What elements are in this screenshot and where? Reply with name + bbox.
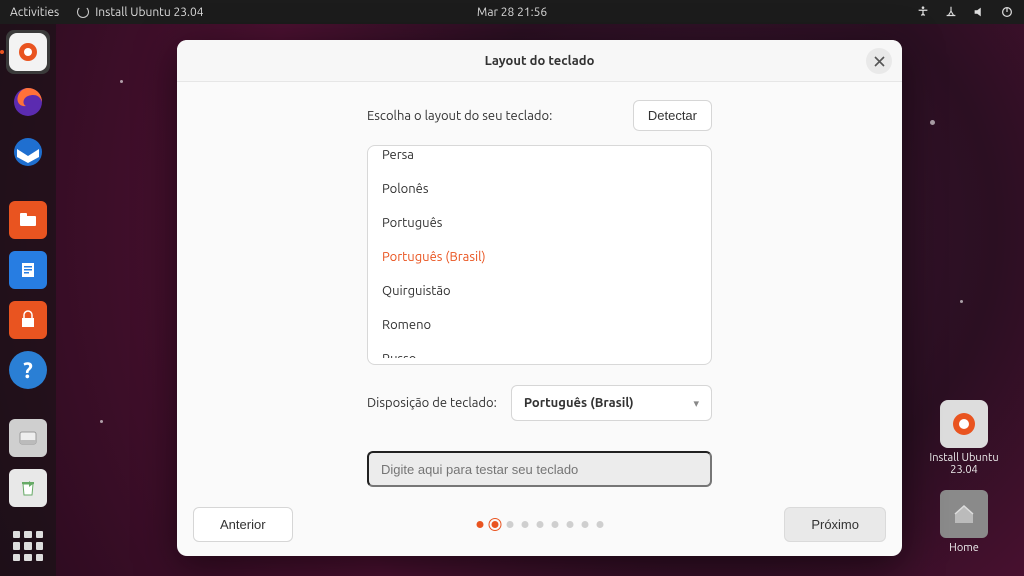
back-button[interactable]: Anterior xyxy=(193,507,293,542)
top-bar: Activities Install Ubuntu 23.04 Mar 28 2… xyxy=(0,0,1024,24)
step-dot-current xyxy=(491,521,498,528)
step-dot xyxy=(536,521,543,528)
activities-button[interactable]: Activities xyxy=(10,6,59,19)
installer-window: Layout do teclado Escolha o layout do se… xyxy=(177,40,902,556)
variant-label: Disposição de teclado: xyxy=(367,396,497,410)
layout-listbox[interactable]: Persa Polonês Português Português (Brasi… xyxy=(367,145,712,365)
dock-thunderbird[interactable] xyxy=(6,130,50,174)
dock: ? xyxy=(0,24,56,576)
desktop-install-icon[interactable]: Install Ubuntu 23.04 xyxy=(924,400,1004,476)
dock-files[interactable] xyxy=(6,198,50,242)
power-icon[interactable] xyxy=(1000,5,1014,19)
window-title: Layout do teclado xyxy=(485,54,595,68)
step-dot xyxy=(521,521,528,528)
detect-button[interactable]: Detectar xyxy=(633,100,712,131)
dock-trash[interactable] xyxy=(6,466,50,510)
dock-firefox[interactable] xyxy=(6,80,50,124)
next-button[interactable]: Próximo xyxy=(784,507,886,542)
window-body: Escolha o layout do seu teclado: Detecta… xyxy=(177,82,902,492)
window-header: Layout do teclado xyxy=(177,40,902,82)
step-dots xyxy=(476,521,603,528)
dock-software[interactable] xyxy=(6,298,50,342)
volume-icon[interactable] xyxy=(972,5,986,19)
dock-installer[interactable] xyxy=(6,30,50,74)
desktop-home-icon[interactable]: Home xyxy=(924,490,1004,554)
step-dot xyxy=(566,521,573,528)
chevron-down-icon: ▾ xyxy=(693,397,699,410)
network-icon[interactable] xyxy=(944,5,958,19)
step-dot xyxy=(551,521,558,528)
dock-apps-grid[interactable] xyxy=(6,524,50,568)
close-button[interactable] xyxy=(866,48,892,74)
window-footer: Anterior Próximo xyxy=(177,492,902,556)
keyboard-test-input[interactable] xyxy=(367,451,712,487)
dock-writer[interactable] xyxy=(6,248,50,292)
accessibility-icon[interactable] xyxy=(916,5,930,19)
clock[interactable]: Mar 28 21:56 xyxy=(477,6,547,19)
layout-option-selected[interactable]: Português (Brasil) xyxy=(368,240,711,274)
dock-help[interactable]: ? xyxy=(6,348,50,392)
layout-option[interactable]: Polonês xyxy=(368,172,711,206)
layout-option[interactable]: Persa xyxy=(368,146,711,172)
close-icon xyxy=(874,56,885,67)
variant-select[interactable]: Português (Brasil) ▾ xyxy=(511,385,712,421)
step-dot xyxy=(506,521,513,528)
app-indicator[interactable]: Install Ubuntu 23.04 xyxy=(77,6,203,19)
layout-option[interactable]: Português xyxy=(368,206,711,240)
layout-option[interactable]: Quirguistão xyxy=(368,274,711,308)
dock-disk[interactable] xyxy=(6,416,50,460)
variant-value: Português (Brasil) xyxy=(524,396,634,410)
layout-option[interactable]: Romeno xyxy=(368,308,711,342)
step-dot xyxy=(581,521,588,528)
progress-icon xyxy=(77,6,89,18)
layout-option[interactable]: Russo xyxy=(368,342,711,358)
step-dot xyxy=(596,521,603,528)
prompt-label: Escolha o layout do seu teclado: xyxy=(367,109,552,123)
step-dot xyxy=(476,521,483,528)
